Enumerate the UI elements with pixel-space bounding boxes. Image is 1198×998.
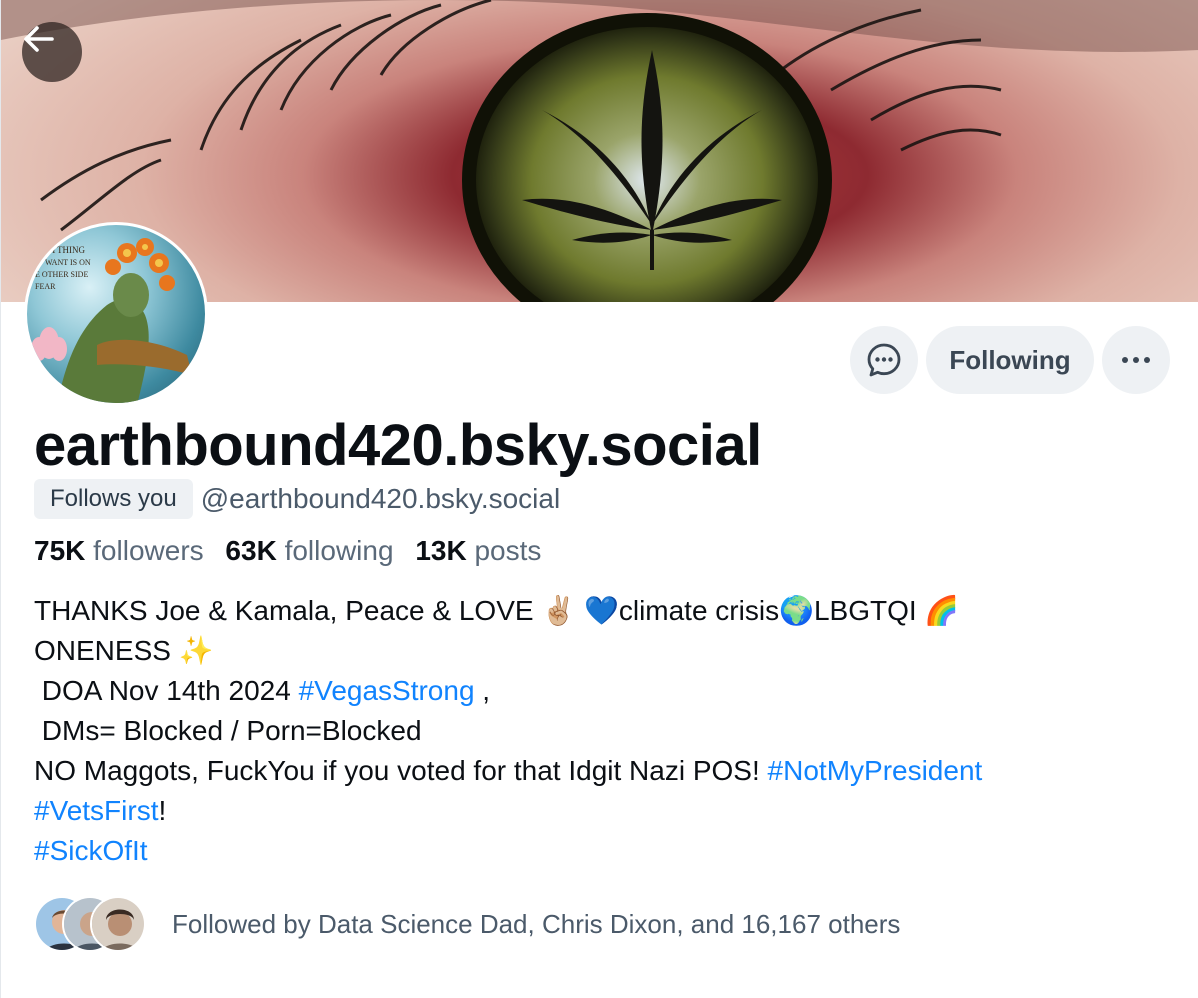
followers-label: followers: [93, 535, 204, 566]
bio-line: DOA Nov 14th 2024 #VegasStrong ,: [34, 671, 1154, 711]
bio-text: !: [158, 795, 167, 826]
display-name: earthbound420.bsky.social: [34, 413, 762, 478]
hashtag-link[interactable]: #VetsFirst: [34, 795, 158, 826]
profile-page: RYTHING WANT IS ON E OTHER SIDE FEAR Fol…: [0, 0, 1198, 998]
avatar-quote-line: E OTHER SIDE: [35, 270, 88, 279]
bio-text: NO Maggots, FuckYou if you voted for tha…: [34, 755, 768, 786]
hashtag-link[interactable]: #SickOfIt: [34, 835, 148, 866]
bio-line: #VetsFirst!: [34, 791, 1154, 831]
ellipsis-icon: [1122, 357, 1150, 363]
profile-stats: 75K followers 63K following 13K posts: [34, 535, 555, 567]
bio-line: #SickOfIt: [34, 831, 1154, 871]
bio-line: NO Maggots, FuckYou if you voted for tha…: [34, 751, 1154, 791]
following-count: 63K: [225, 535, 277, 566]
bio-line: THANKS Joe & Kamala, Peace & LOVE ✌🏼 💙cl…: [34, 595, 960, 626]
chat-bubble-icon: [867, 343, 901, 377]
avatar-quote-line: RYTHING: [45, 245, 85, 255]
follows-you-badge: Follows you: [34, 479, 193, 519]
following-link[interactable]: 63K following: [225, 535, 415, 566]
posts-label: posts: [474, 535, 542, 566]
avatar[interactable]: RYTHING WANT IS ON E OTHER SIDE FEAR: [24, 222, 208, 406]
avatar-quote-line: WANT IS ON: [45, 258, 91, 267]
known-followers[interactable]: Followed by Data Science Dad, Chris Dixo…: [34, 896, 900, 952]
hashtag-link[interactable]: #NotMyPresident: [768, 755, 983, 786]
bio-line: DMs= Blocked / Porn=Blocked: [34, 715, 422, 746]
avatar-image: RYTHING WANT IS ON E OTHER SIDE FEAR: [31, 238, 192, 403]
following-label: following: [284, 535, 394, 566]
posts-count: 13K: [415, 535, 467, 566]
handle: @earthbound420.bsky.social: [200, 483, 561, 514]
followed-by-text: Followed by Data Science Dad, Chris Dixo…: [172, 908, 901, 939]
followers-link[interactable]: 75K followers: [34, 535, 225, 566]
bio-line: ONENESS ✨: [34, 635, 214, 666]
profile-bio: THANKS Joe & Kamala, Peace & LOVE ✌🏼 💙cl…: [34, 591, 1154, 871]
more-options-button[interactable]: [1102, 326, 1170, 394]
bio-text: ,: [474, 675, 491, 706]
followers-count: 75K: [34, 535, 86, 566]
arrow-left-icon: [24, 26, 54, 52]
back-button[interactable]: [22, 22, 82, 82]
following-button[interactable]: Following: [926, 326, 1094, 394]
handle-row: Follows you @earthbound420.bsky.social: [34, 479, 560, 519]
message-button[interactable]: [850, 326, 918, 394]
posts-stat: 13K posts: [415, 535, 555, 566]
avatar-quote-line: FEAR: [35, 282, 56, 291]
hashtag-link[interactable]: #VegasStrong: [299, 675, 475, 706]
bio-text: DOA Nov 14th 2024: [34, 675, 299, 706]
follower-avatar: [90, 896, 146, 952]
